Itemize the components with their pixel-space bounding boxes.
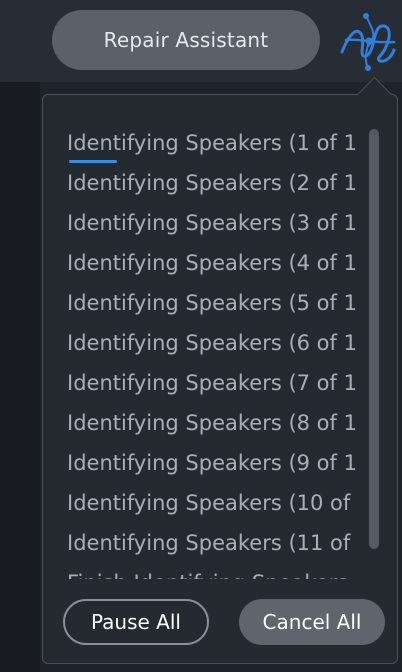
pause-all-button[interactable]: Pause All	[63, 599, 209, 645]
task-item: Identifying Speakers (4 of 1	[67, 243, 367, 283]
task-item: Finish Identifying Speakers	[67, 563, 367, 579]
task-label: Identifying Speakers (7 of 1	[67, 371, 357, 395]
repair-assistant-button[interactable]: Repair Assistant	[52, 10, 320, 70]
task-item: Identifying Speakers (10 of	[67, 483, 367, 523]
task-label: Identifying Speakers (1 of 1	[67, 131, 357, 155]
task-item: Identifying Speakers (2 of 1	[67, 163, 367, 203]
task-item: Identifying Speakers (7 of 1	[67, 363, 367, 403]
task-item: Identifying Speakers (6 of 1	[67, 323, 367, 363]
task-item: Identifying Speakers (1 of 1	[67, 123, 367, 163]
task-item: Identifying Speakers (3 of 1	[67, 203, 367, 243]
scrollbar-thumb[interactable]	[369, 129, 379, 549]
tasks-popup: Identifying Speakers (1 of 1 Identifying …	[42, 76, 398, 664]
task-label: Identifying Speakers (5 of 1	[67, 291, 357, 315]
task-label: Identifying Speakers (2 of 1	[67, 171, 357, 195]
task-item: Identifying Speakers (8 of 1	[67, 403, 367, 443]
left-panel-edge	[0, 82, 40, 672]
task-label: Finish Identifying Speakers	[67, 571, 348, 579]
task-item: Identifying Speakers (9 of 1	[67, 443, 367, 483]
waveform-logo-icon[interactable]	[336, 10, 400, 74]
cancel-all-button[interactable]: Cancel All	[239, 599, 385, 645]
task-list[interactable]: Identifying Speakers (1 of 1 Identifying …	[67, 123, 367, 579]
task-label: Identifying Speakers (11 of	[67, 531, 351, 555]
task-label: Identifying Speakers (8 of 1	[67, 411, 357, 435]
task-item: Identifying Speakers (11 of	[67, 523, 367, 563]
task-label: Identifying Speakers (9 of 1	[67, 451, 357, 475]
task-label: Identifying Speakers (6 of 1	[67, 331, 357, 355]
top-bar: Repair Assistant	[0, 0, 402, 82]
popup-caret	[356, 76, 393, 113]
task-label: Identifying Speakers (10 of	[67, 491, 351, 515]
task-list-scrollbar[interactable]	[369, 129, 379, 549]
task-item: Identifying Speakers (5 of 1	[67, 283, 367, 323]
task-label: Identifying Speakers (4 of 1	[67, 251, 357, 275]
task-label: Identifying Speakers (3 of 1	[67, 211, 357, 235]
